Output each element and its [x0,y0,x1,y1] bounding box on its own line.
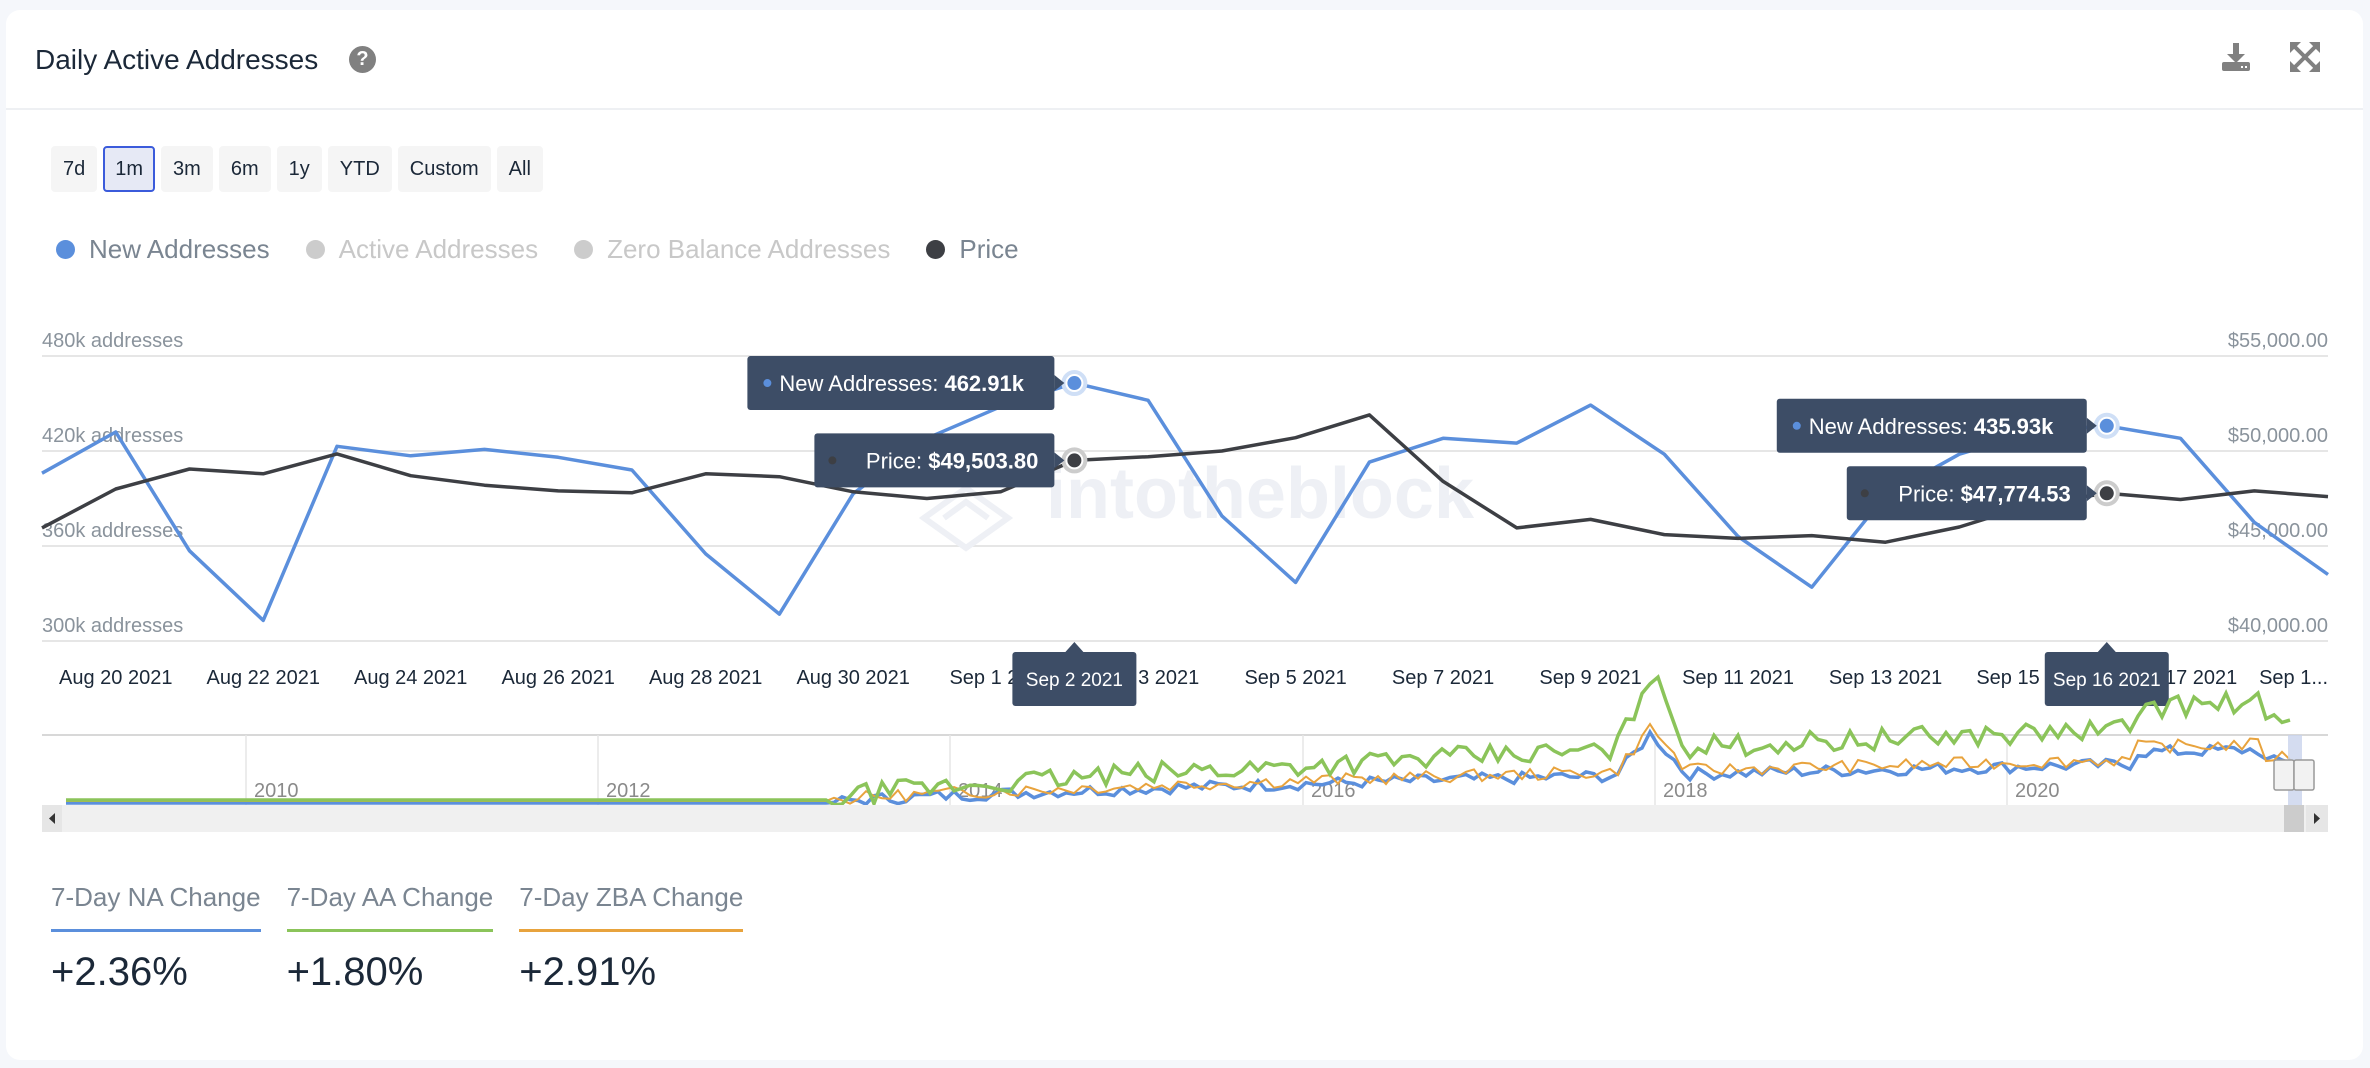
data-point-marker[interactable] [1065,374,1084,393]
help-icon[interactable]: ? [349,46,376,73]
scrollbar-thumb[interactable] [2284,805,2304,832]
stat-item: 7-Day NA Change +2.36% [51,882,261,995]
x-tick-label: Sep 9 2021 [1539,667,1641,689]
stat-value: +1.80% [286,950,424,994]
x-tick-label: Sep 11 2021 [1682,667,1794,689]
x-tick-label: Sep 5 2021 [1244,667,1346,689]
legend-dot-icon [56,240,75,259]
legend-label: New Addresses [89,234,270,264]
chart-legend: New Addresses Active Addresses Zero Balanc… [56,234,1019,265]
data-point-marker[interactable] [2097,484,2116,503]
range-button-1m[interactable]: 1m [103,146,156,192]
tooltip-arrow [2097,642,2116,652]
range-button-ytd[interactable]: YTD [327,146,392,192]
y-right-tick-label: $55,000.00 [2228,330,2328,352]
y-left-tick-label: 300k addresses [42,615,183,637]
stat-value: +2.91% [519,950,657,994]
x-tick-label: Aug 22 2021 [207,667,320,689]
y-right-tick-label: $40,000.00 [2228,615,2328,637]
range-button-1y[interactable]: 1y [276,146,322,192]
range-selector: 7d 1m 3m 6m 1y YTD Custom All [51,146,543,192]
x-tick-label: Aug 30 2021 [796,667,909,689]
range-button-3m[interactable]: 3m [161,146,213,192]
range-button-custom[interactable]: Custom [397,146,491,192]
tooltip-arrow [1065,642,1084,652]
x-tick-label: Aug 28 2021 [649,667,762,689]
x-tick-label: Sep 7 2021 [1392,667,1494,689]
legend-label: Active Addresses [338,234,539,264]
tooltip-new-addresses: New Addresses: 462.91k [779,371,1024,396]
navigator-handle-right[interactable] [2293,759,2315,791]
navigator-series-new-addresses [66,728,2291,807]
card-header: Daily Active Addresses ? [6,10,2363,110]
data-point-marker[interactable] [1065,451,1084,470]
tooltip-dot-icon [828,456,837,465]
x-tick-label: Aug 20 2021 [59,667,172,689]
x-tick-label: Sep 13 2021 [1829,667,1942,689]
tooltip-dot-icon [1792,421,1801,430]
line-chart[interactable]: 300k addresses 360k addresses 420k address… [6,310,2363,850]
stat-item: 7-Day AA Change +1.80% [286,882,494,995]
stat-value: +2.36% [51,950,188,994]
range-button-all[interactable]: All [496,146,543,192]
navigator-handle-left[interactable] [2273,759,2295,791]
tooltip-dot-icon [763,379,772,388]
legend-dot-icon [926,240,946,259]
stat-label: 7-Day ZBA Change [519,882,744,932]
stat-label: 7-Day AA Change [286,882,494,932]
legend-label: Zero Balance Addresses [607,234,891,264]
legend-item-price[interactable]: Price [926,234,1019,265]
stat-item: 7-Day ZBA Change +2.91% [519,882,744,995]
legend-dot-icon [305,240,325,259]
download-icon[interactable] [2219,40,2253,74]
x-tick-label: Sep 1... [2259,667,2328,689]
chart-card: Daily Active Addresses ? 7d 1m 3m 6m 1y YTD Cu… [6,10,2363,1060]
range-button-6m[interactable]: 6m [218,146,271,192]
stats-row: 7-Day NA Change +2.36% 7-Day AA Change +1.8… [51,882,744,995]
watermark-logo: intotheblock [1046,454,1475,534]
date-tooltip: Sep 16 2021 [2053,670,2161,691]
x-tick-label: Aug 24 2021 [354,667,467,689]
legend-label: Price [959,234,1019,264]
fullscreen-icon[interactable] [2288,40,2322,74]
legend-item-zero-balance-addresses[interactable]: Zero Balance Addresses [574,234,890,265]
date-tooltip: Sep 2 2021 [1026,670,1123,691]
legend-dot-icon [574,240,594,259]
x-tick-label: Aug 26 2021 [501,667,614,689]
navigator-series-zero-balance [66,722,2291,805]
navigator-year-label: 2018 [1663,780,1708,802]
tooltip-price: Price: $47,774.53 [1898,481,2070,506]
legend-item-new-addresses[interactable]: New Addresses [56,234,270,265]
tooltip-dot-icon [1860,489,1869,498]
scrollbar-track[interactable] [42,805,2328,832]
y-right-tick-label: $50,000.00 [2228,425,2328,447]
y-left-tick-label: 480k addresses [42,330,183,352]
tooltip-price: Price: $49,503.80 [866,448,1038,473]
stat-label: 7-Day NA Change [51,882,261,932]
data-point-marker[interactable] [2097,416,2116,435]
legend-item-active-addresses[interactable]: Active Addresses [305,234,539,265]
navigator-year-label: 2020 [2015,780,2060,802]
y-left-tick-label: 420k addresses [42,425,183,447]
tooltip-new-addresses: New Addresses: 435.93k [1809,414,2054,439]
y-left-tick-label: 360k addresses [42,520,183,542]
range-button-7d[interactable]: 7d [51,146,98,192]
page-title: Daily Active Addresses [35,44,319,75]
